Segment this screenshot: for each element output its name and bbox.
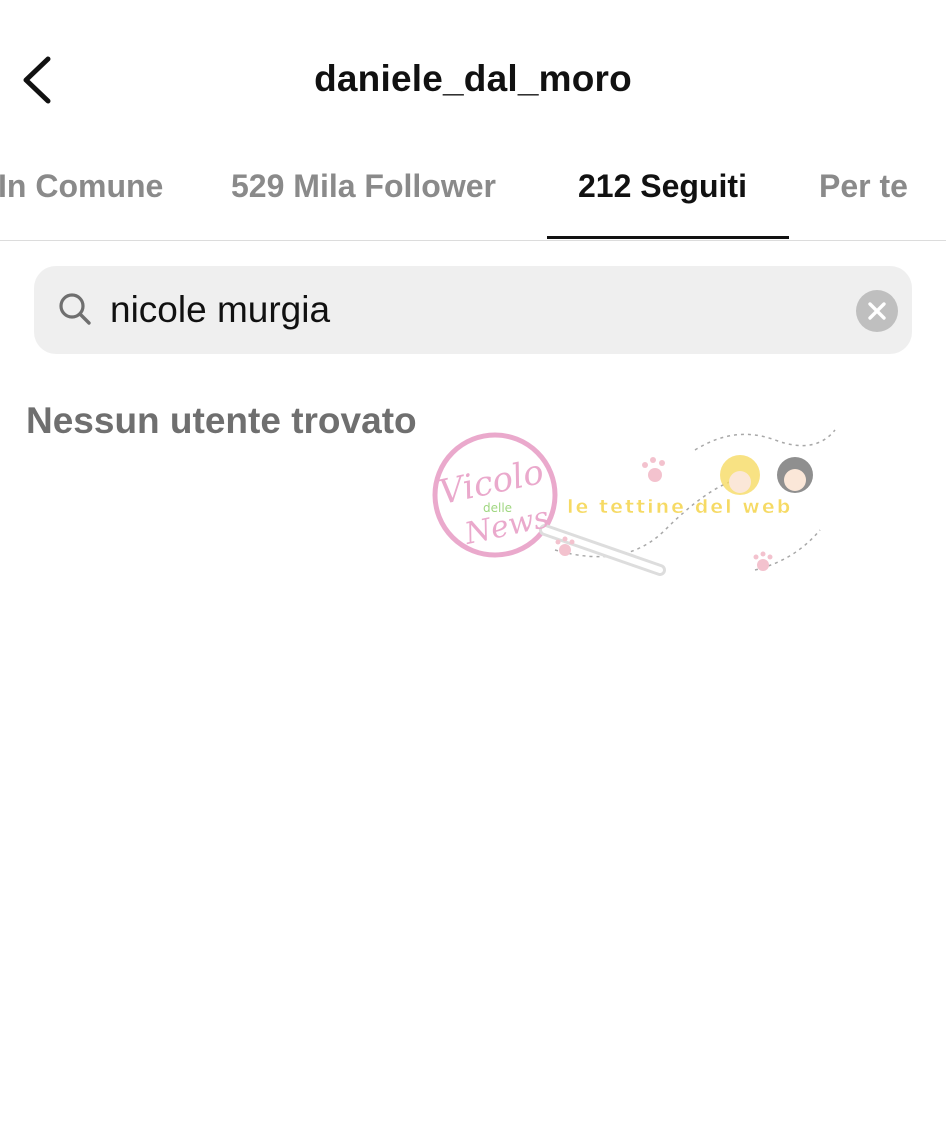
empty-results-message: Nessun utente trovato: [26, 400, 417, 441]
tab-bar: In Comune 529 Mila Follower 212 Seguiti …: [0, 150, 946, 241]
header: daniele_dal_moro: [0, 0, 946, 150]
clear-search-button[interactable]: [856, 290, 898, 332]
tab-per-te[interactable]: Per te: [819, 168, 908, 205]
tab-follower[interactable]: 529 Mila Follower: [231, 168, 496, 205]
watermark-logo: Vicolo delle News le tettine del web: [395, 420, 845, 590]
page-title: daniele_dal_moro: [314, 58, 632, 99]
search-bar: [34, 266, 912, 354]
search-icon: [59, 293, 91, 325]
watermark-tagline: le tettine del web: [567, 496, 792, 518]
watermark-graphic: Vicolo delle News le tettine del web: [432, 429, 836, 576]
tab-in-comune[interactable]: In Comune: [0, 168, 163, 205]
active-tab-indicator: [547, 236, 789, 239]
tab-seguiti[interactable]: 212 Seguiti: [578, 168, 747, 205]
search-input[interactable]: [110, 284, 830, 336]
clear-icon: [868, 302, 886, 320]
